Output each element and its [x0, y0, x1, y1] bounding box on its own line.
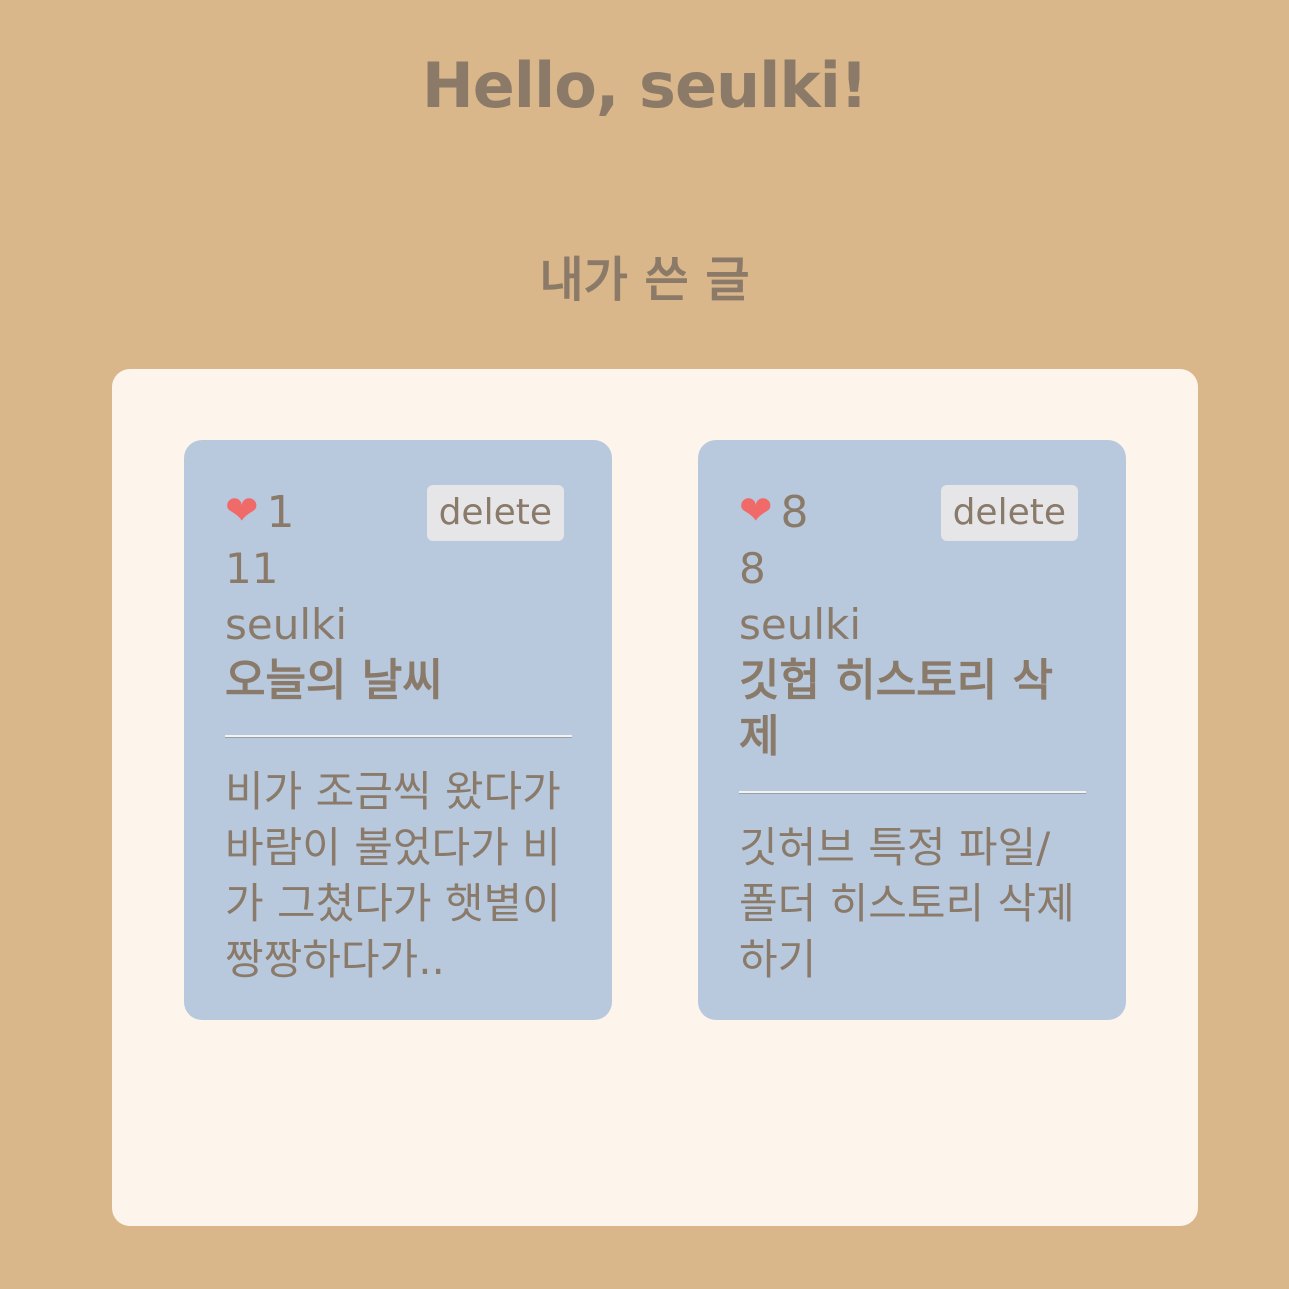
section-title: 내가 쓴 글 — [539, 252, 750, 308]
heart-icon[interactable]: ❤ — [739, 485, 773, 537]
post-body: 깃허브 특정 파일/폴더 히스토리 삭제하기 — [739, 823, 1075, 984]
like-count-value: 1 — [266, 487, 295, 538]
post-title[interactable]: 깃헙 히스토리 삭제 — [739, 653, 1086, 765]
delete-button[interactable]: delete — [426, 485, 564, 541]
post-title[interactable]: 오늘의 날씨 — [225, 653, 572, 709]
delete-button[interactable]: delete — [940, 485, 1078, 541]
post-card[interactable]: ❤ 1 delete 11 seulki 오늘의 날씨 비가 조금씩 왔다가 바람… — [184, 440, 612, 1020]
like-count[interactable]: ❤ 8 — [739, 485, 809, 541]
like-count[interactable]: ❤ 1 — [225, 485, 295, 541]
post-card[interactable]: ❤ 8 delete 8 seulki 깃헙 히스토리 삭제 깃허브 특정 파일/… — [698, 440, 1126, 1020]
post-card-header: ❤ 8 delete — [739, 485, 1086, 541]
post-id: 11 — [225, 544, 279, 593]
page-greeting: Hello, seulki! — [421, 49, 868, 122]
post-body: 비가 조금씩 왔다가 바람이 불었다가 비가 그쳤다가 햇볕이 짱짱하다가.. — [225, 767, 561, 984]
posts-panel: ❤ 1 delete 11 seulki 오늘의 날씨 비가 조금씩 왔다가 바람… — [112, 369, 1198, 1226]
divider — [225, 735, 572, 738]
post-card-header: ❤ 1 delete — [225, 485, 572, 541]
post-author: seulki — [225, 600, 348, 649]
post-author: seulki — [739, 600, 862, 649]
post-id: 8 — [739, 544, 766, 593]
divider — [739, 791, 1086, 794]
heart-icon[interactable]: ❤ — [225, 485, 259, 537]
like-count-value: 8 — [780, 487, 809, 538]
